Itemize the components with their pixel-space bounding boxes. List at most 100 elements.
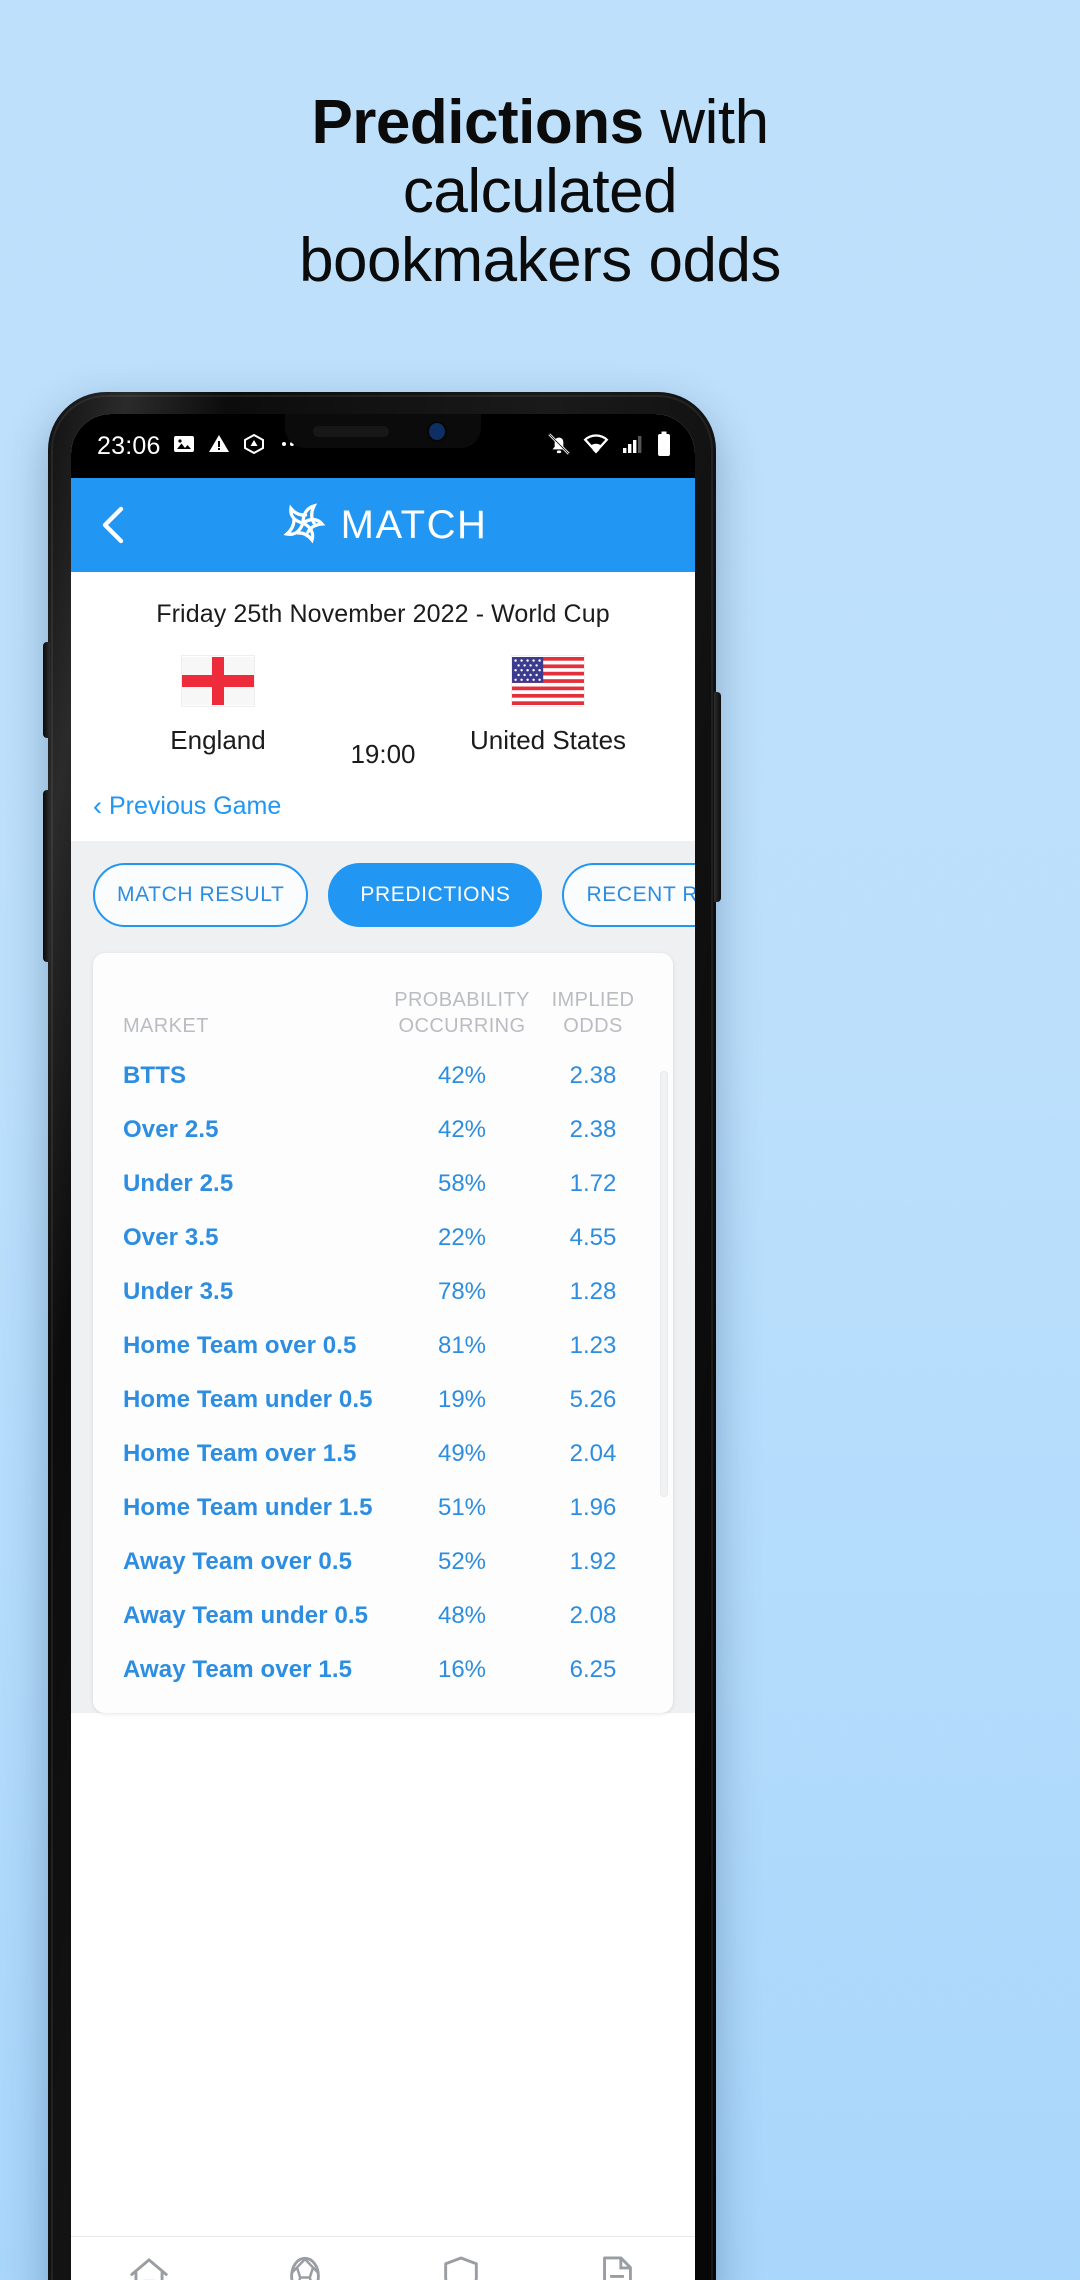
promo-headline: Predictions with calculated bookmakers o… [0,88,1080,295]
bell-muted-icon [546,431,572,462]
cell-odds: 2.08 [569,1602,617,1629]
side-button-right[interactable] [714,692,721,902]
cell-odds: 2.04 [569,1440,617,1467]
teams-row: England 19:00 United States [71,629,695,770]
table-row[interactable]: Home Team over 1.5 49% 2.04 [113,1427,653,1481]
headline-line-3: bookmakers odds [299,226,781,295]
headline-suffix: with [643,88,769,157]
predictions-table-body: BTTS 42% 2.38 Over 2.5 42% 2.38 Under 2.5 58% 1.… [113,1049,653,1713]
column-header-market: MARKET [123,1015,209,1037]
table-row[interactable]: Over 2.5 42% 2.38 [113,1103,653,1157]
table-scrollbar[interactable] [660,1071,668,1497]
cell-probability: 84% [387,1710,537,1713]
cell-market: Home Team under 0.5 [123,1386,373,1413]
nav-shield[interactable] [383,2253,539,2280]
table-row[interactable]: BTTS 42% 2.38 [113,1049,653,1103]
football-icon [290,2256,320,2280]
cell-odds: 1.92 [569,1548,617,1575]
cell-odds: 2.38 [569,1116,617,1143]
nav-football[interactable] [227,2253,383,2280]
column-header-odds: IMPLIED ODDS [537,987,649,1039]
tab-label: MATCH RESULT [117,883,285,906]
cell-probability: 51% [437,1494,487,1521]
wifi-icon [583,431,609,462]
table-row[interactable]: Over 3.5 22% 4.55 [113,1211,653,1265]
cell-probability: 49% [437,1440,487,1467]
tab-recent-results[interactable]: RECENT RESULTS [562,863,695,927]
tab-label: RECENT RESULTS [586,883,695,906]
table-row[interactable]: Home Team under 0.5 19% 5.26 [113,1373,653,1427]
cell-probability: 48% [437,1602,487,1629]
power-button[interactable] [43,642,50,738]
chevron-left-icon [102,506,124,544]
table-row[interactable]: Away Team under 1.584%1.19 [113,1697,653,1713]
match-date-competition: Friday 25th November 2022 - World Cup [156,600,610,628]
nav-document[interactable] [539,2253,695,2280]
headline-line-2: calculated [402,157,678,226]
table-row[interactable]: Home Team over 0.5 81% 1.23 [113,1319,653,1373]
headline-line-1: Predictions with [0,88,1080,157]
cell-odds: 1.96 [569,1494,617,1521]
app-header: MATCH [71,478,695,572]
cell-market: Away Team under 1.5 [123,1710,387,1713]
cell-market: Under 3.5 [123,1278,234,1305]
phone-mockup: 23:06 MATCH Friday 25th November 2022 - … [43,392,721,2280]
previous-game-link[interactable]: ‹ Previous Game [71,770,695,841]
cell-market: Under 2.5 [123,1170,234,1197]
cell-market: Away Team over 1.5 [123,1656,353,1683]
match-info-panel: Friday 25th November 2022 - World Cup En… [71,572,695,841]
signal-bars-icon [620,432,644,461]
bottom-navigation [71,2236,695,2280]
battery-icon [655,431,673,462]
predictions-section: MARKET PROBABILITY OCCURRING IMPLIED ODD… [71,953,695,1713]
match-swirl-logo [279,499,327,552]
tab-match-result[interactable]: MATCH RESULT [93,863,309,927]
previous-game-label: Previous Game [109,792,282,820]
phone-notch [285,414,481,448]
cell-probability: 78% [437,1278,487,1305]
united-states-flag [511,655,585,707]
cell-market: BTTS [123,1062,187,1089]
back-button[interactable] [91,502,137,548]
table-row[interactable]: Away Team over 1.5 16% 6.25 [113,1643,653,1697]
nav-home[interactable] [71,2253,227,2280]
home-icon [130,2258,168,2280]
cell-market: Over 2.5 [123,1116,219,1143]
home-team[interactable]: England [115,655,321,756]
cell-probability: 22% [437,1224,487,1251]
earpiece-speaker [313,426,389,437]
cell-odds: 1.28 [569,1278,617,1305]
kickoff-time: 19:00 [350,739,416,769]
england-flag [181,655,255,707]
cell-market: Away Team under 0.5 [123,1602,369,1629]
table-row[interactable]: Away Team under 0.5 48% 2.08 [113,1589,653,1643]
cell-odds: 2.38 [569,1062,617,1089]
tab-strip[interactable]: MATCH RESULT PREDICTIONS RECENT RESULTS [71,841,695,953]
table-row[interactable]: Home Team under 1.5 51% 1.96 [113,1481,653,1535]
drive-alert-icon [242,432,266,461]
probability-header-line1: PROBABILITY [394,989,530,1011]
volume-button[interactable] [43,790,50,962]
table-row[interactable]: Away Team over 0.5 52% 1.92 [113,1535,653,1589]
cell-probability: 19% [437,1386,487,1413]
cell-market: Home Team under 1.5 [123,1494,373,1521]
cell-probability: 42% [437,1116,487,1143]
predictions-card: MARKET PROBABILITY OCCURRING IMPLIED ODD… [93,953,673,1713]
tab-predictions[interactable]: PREDICTIONS [328,863,543,927]
app-brand: MATCH [279,499,488,552]
away-team[interactable]: United States [445,655,651,756]
status-bar-clock: 23:06 [97,431,161,460]
warning-triangle-icon [207,432,231,461]
away-team-name: United States [469,725,627,755]
cell-market: Home Team over 1.5 [123,1440,357,1467]
headline-emphasis: Predictions [311,88,644,157]
table-row[interactable]: Under 2.5 58% 1.72 [113,1157,653,1211]
column-header-probability: PROBABILITY OCCURRING [387,987,537,1039]
odds-header-line2: ODDS [563,1015,623,1037]
front-camera [429,423,445,440]
home-team-name: England [170,725,266,755]
table-row[interactable]: Under 3.5 78% 1.28 [113,1265,653,1319]
cell-odds: 1.23 [569,1332,617,1359]
shield-icon [444,2256,478,2280]
cell-market: Home Team over 0.5 [123,1332,357,1359]
